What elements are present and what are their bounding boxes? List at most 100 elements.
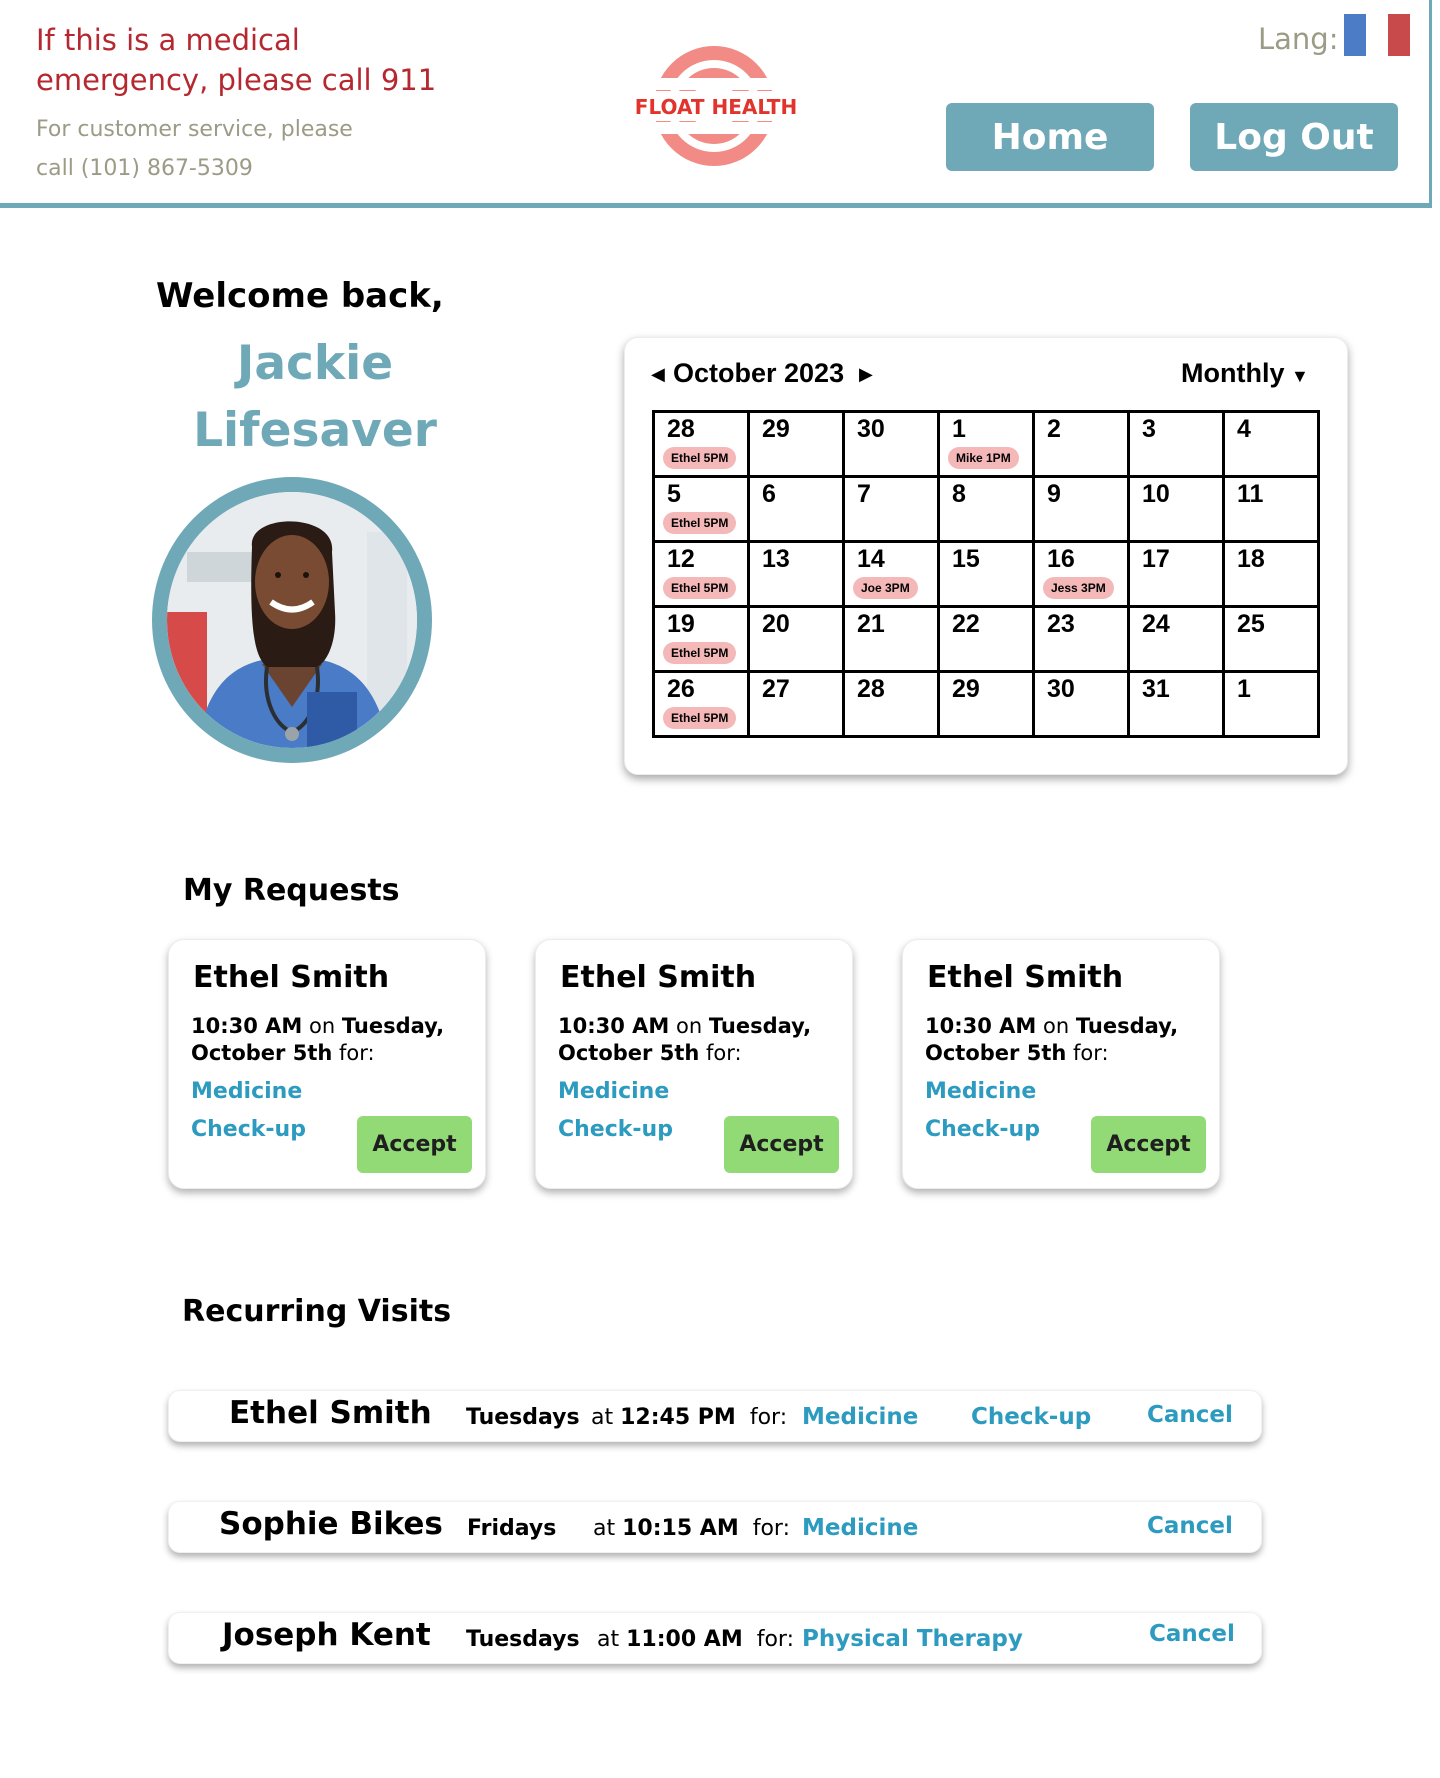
recurring-time: at 12:45 PM for:	[591, 1405, 787, 1430]
calendar-week: 19 Ethel 5PM 20 21 22 23 24 25	[652, 605, 1320, 673]
calendar-day[interactable]: 30	[1032, 670, 1130, 738]
event-pill[interactable]: Joe 3PM	[853, 577, 918, 599]
event-pill[interactable]: Ethel 5PM	[663, 707, 737, 729]
calendar-day[interactable]: 16 Jess 3PM	[1032, 540, 1130, 608]
request-for: for:	[1073, 1041, 1109, 1065]
request-service-medicine[interactable]: Medicine	[191, 1079, 302, 1104]
request-day: Tuesday,	[341, 1014, 445, 1038]
calendar-day[interactable]: 12 Ethel 5PM	[652, 540, 750, 608]
request-service-checkup[interactable]: Check-up	[191, 1117, 306, 1142]
request-service-medicine[interactable]: Medicine	[925, 1079, 1036, 1104]
calendar-day[interactable]: 22	[937, 605, 1035, 673]
calendar-day[interactable]: 19 Ethel 5PM	[652, 605, 750, 673]
day-number: 8	[952, 480, 966, 508]
calendar-day[interactable]: 17	[1127, 540, 1225, 608]
lifebuoy-icon: FLOAT HEALTH	[620, 46, 820, 166]
event-pill[interactable]: Jess 3PM	[1043, 577, 1114, 599]
calendar-day[interactable]: 18	[1222, 540, 1320, 608]
calendar-day[interactable]: 6	[747, 475, 845, 543]
calendar-day[interactable]: 8	[937, 475, 1035, 543]
calendar-day[interactable]: 29	[937, 670, 1035, 738]
request-day: Tuesday,	[708, 1014, 812, 1038]
request-when: 10:30 AM on Tuesday, October 5th for:	[925, 1013, 1215, 1067]
calendar-day[interactable]: 10	[1127, 475, 1225, 543]
recurring-visit-row: Joseph Kent Tuesdays at 11:00 AM for: Ph…	[168, 1612, 1262, 1664]
request-patient-name: Ethel Smith	[560, 960, 757, 995]
calendar-day[interactable]: 28	[842, 670, 940, 738]
flag-icon-red[interactable]	[1388, 14, 1410, 56]
cancel-button[interactable]: Cancel	[1147, 1402, 1233, 1428]
cancel-button[interactable]: Cancel	[1147, 1513, 1233, 1539]
calendar-day[interactable]: 11	[1222, 475, 1320, 543]
recurring-day: Tuesdays	[466, 1627, 580, 1652]
event-pill[interactable]: Ethel 5PM	[663, 447, 737, 469]
day-number: 17	[1142, 545, 1170, 573]
recurring-service[interactable]: Medicine	[802, 1404, 918, 1430]
day-number: 30	[857, 415, 885, 443]
recurring-time: at 11:00 AM for:	[597, 1627, 794, 1652]
calendar-day[interactable]: 29	[747, 410, 845, 478]
calendar-day[interactable]: 7	[842, 475, 940, 543]
event-pill[interactable]: Ethel 5PM	[663, 642, 737, 664]
home-button[interactable]: Home	[946, 103, 1154, 171]
float-health-logo[interactable]: FLOAT HEALTH	[620, 32, 820, 182]
calendar-day[interactable]: 27	[747, 670, 845, 738]
calendar-day[interactable]: 24	[1127, 605, 1225, 673]
request-service-checkup[interactable]: Check-up	[925, 1117, 1040, 1142]
recurring-at: at	[591, 1405, 614, 1430]
request-service-checkup[interactable]: Check-up	[558, 1117, 673, 1142]
accept-button[interactable]: Accept	[1091, 1116, 1206, 1173]
event-pill[interactable]: Ethel 5PM	[663, 577, 737, 599]
recurring-patient-name: Ethel Smith	[229, 1395, 432, 1431]
accept-button[interactable]: Accept	[357, 1116, 472, 1173]
request-when: 10:30 AM on Tuesday, October 5th for:	[558, 1013, 848, 1067]
chevron-down-icon[interactable]: ▼	[1291, 366, 1309, 387]
calendar-day[interactable]: 2	[1032, 410, 1130, 478]
calendar-day[interactable]: 1 Mike 1PM	[937, 410, 1035, 478]
cancel-button[interactable]: Cancel	[1149, 1621, 1235, 1647]
recurring-service[interactable]: Check-up	[971, 1404, 1091, 1430]
calendar-day[interactable]: 13	[747, 540, 845, 608]
calendar-day[interactable]: 21	[842, 605, 940, 673]
recurring-at: at	[593, 1516, 616, 1541]
flag-icon-blue[interactable]	[1344, 14, 1366, 56]
event-pill[interactable]: Mike 1PM	[948, 447, 1019, 469]
calendar-day[interactable]: 30	[842, 410, 940, 478]
recurring-visits-title: Recurring Visits	[182, 1294, 452, 1329]
request-patient-name: Ethel Smith	[193, 960, 390, 995]
calendar-day[interactable]: 15	[937, 540, 1035, 608]
calendar-day[interactable]: 9	[1032, 475, 1130, 543]
recurring-for: for:	[752, 1516, 790, 1541]
emergency-line-2: emergency, please call 911	[36, 63, 437, 97]
user-last-name: Lifesaver	[193, 403, 437, 458]
calendar-day[interactable]: 23	[1032, 605, 1130, 673]
previous-month-icon[interactable]: ◀	[651, 364, 665, 385]
nurse-photo	[167, 492, 417, 748]
calendar-day[interactable]: 3	[1127, 410, 1225, 478]
accept-button[interactable]: Accept	[724, 1116, 839, 1173]
calendar-view-select[interactable]: Monthly	[1181, 358, 1284, 389]
day-number: 30	[1047, 675, 1075, 703]
calendar-day[interactable]: 5 Ethel 5PM	[652, 475, 750, 543]
calendar-day[interactable]: 1	[1222, 670, 1320, 738]
next-month-icon[interactable]: ▶	[859, 364, 873, 385]
day-number: 5	[667, 480, 681, 508]
calendar-day[interactable]: 25	[1222, 605, 1320, 673]
calendar-day[interactable]: 26 Ethel 5PM	[652, 670, 750, 738]
recurring-service[interactable]: Physical Therapy	[802, 1626, 1023, 1652]
recurring-visit-row: Ethel Smith Tuesdays at 12:45 PM for: Me…	[168, 1390, 1262, 1442]
logout-button[interactable]: Log Out	[1190, 103, 1398, 171]
calendar-day[interactable]: 31	[1127, 670, 1225, 738]
request-on: on	[309, 1014, 336, 1038]
event-pill[interactable]: Ethel 5PM	[663, 512, 737, 534]
calendar-day[interactable]: 4	[1222, 410, 1320, 478]
calendar-day[interactable]: 28 Ethel 5PM	[652, 410, 750, 478]
page: If this is a medical emergency, please c…	[0, 0, 1440, 1778]
calendar-day[interactable]: 20	[747, 605, 845, 673]
request-date: October 5th	[191, 1041, 333, 1065]
calendar-day[interactable]: 14 Joe 3PM	[842, 540, 940, 608]
recurring-service[interactable]: Medicine	[802, 1515, 918, 1541]
calendar-grid: 28 Ethel 5PM 29 30 1 Mike 1PM 2 3 4 5 Ethel…	[652, 410, 1320, 738]
request-service-medicine[interactable]: Medicine	[558, 1079, 669, 1104]
request-time: 10:30 AM	[925, 1014, 1037, 1038]
